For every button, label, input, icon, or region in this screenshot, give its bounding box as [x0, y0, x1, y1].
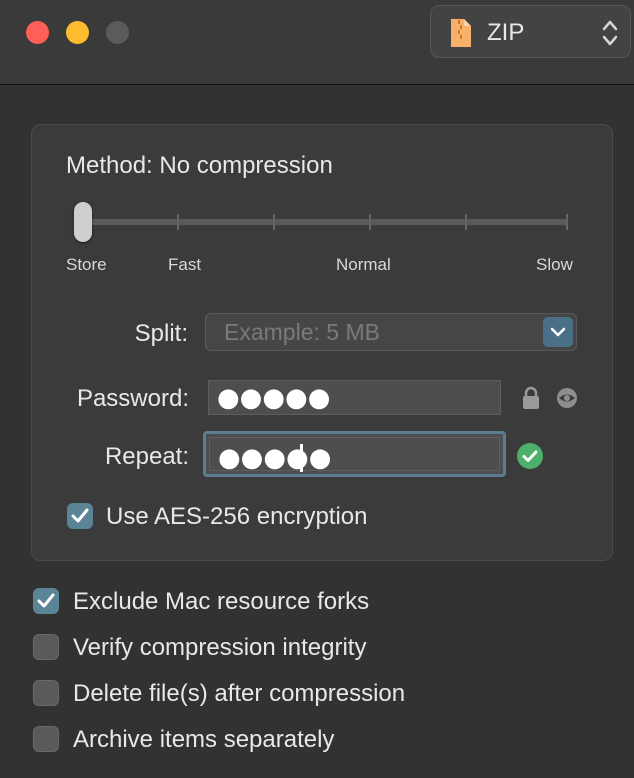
delete-files-checkbox[interactable]	[33, 680, 59, 706]
compression-slider-track[interactable]	[84, 219, 568, 225]
slider-tick	[273, 214, 275, 230]
text-cursor	[300, 444, 303, 472]
repeat-label: Repeat:	[104, 443, 189, 470]
slider-tick	[465, 214, 467, 230]
chevron-up-down-icon	[601, 18, 619, 53]
compression-slider-knob[interactable]	[74, 202, 92, 242]
repeat-value: ●●●●●	[218, 443, 332, 473]
split-select[interactable]: Example: 5 MB	[205, 313, 577, 351]
checkmark-icon	[71, 508, 89, 523]
exclude-forks-checkbox[interactable]	[33, 588, 59, 614]
title-bar: ZIP	[0, 0, 634, 85]
slider-tick	[369, 214, 371, 230]
password-value: ●●●●●	[217, 383, 331, 413]
aes-label: Use AES-256 encryption	[106, 503, 368, 530]
split-label: Split:	[134, 320, 188, 347]
format-label: ZIP	[487, 19, 525, 46]
eye-icon[interactable]	[556, 388, 578, 413]
checkmark-icon	[37, 593, 55, 608]
tick-label-normal: Normal	[336, 255, 391, 274]
tick-label-store: Store	[66, 255, 107, 274]
close-button[interactable]	[26, 21, 49, 44]
repeat-field-inner: ●●●●●	[209, 437, 500, 473]
method-label: Method: No compression	[66, 152, 333, 179]
tick-label-slow: Slow	[536, 255, 573, 274]
lock-icon	[521, 386, 541, 415]
tick-label-fast: Fast	[168, 255, 202, 274]
exclude-forks-label: Exclude Mac resource forks	[73, 588, 370, 615]
verify-integrity-checkbox[interactable]	[33, 634, 59, 660]
split-dropdown-button[interactable]	[543, 317, 573, 347]
zoom-button[interactable]	[106, 21, 129, 44]
checkmark-circle-icon	[516, 442, 544, 475]
format-select[interactable]: ZIP	[430, 5, 631, 58]
aes-checkbox[interactable]	[67, 503, 93, 529]
minimize-button[interactable]	[66, 21, 89, 44]
archive-separately-checkbox[interactable]	[33, 726, 59, 752]
verify-integrity-label: Verify compression integrity	[73, 634, 367, 661]
archive-separately-label: Archive items separately	[73, 726, 335, 753]
split-placeholder: Example: 5 MB	[224, 319, 380, 345]
delete-files-label: Delete file(s) after compression	[73, 680, 406, 707]
document-icon	[449, 18, 473, 53]
password-label: Password:	[76, 385, 189, 412]
slider-tick	[566, 214, 568, 230]
repeat-field[interactable]: ●●●●●	[203, 431, 506, 477]
password-field[interactable]: ●●●●●	[208, 380, 501, 415]
chevron-down-icon	[550, 327, 566, 337]
slider-tick	[177, 214, 179, 230]
